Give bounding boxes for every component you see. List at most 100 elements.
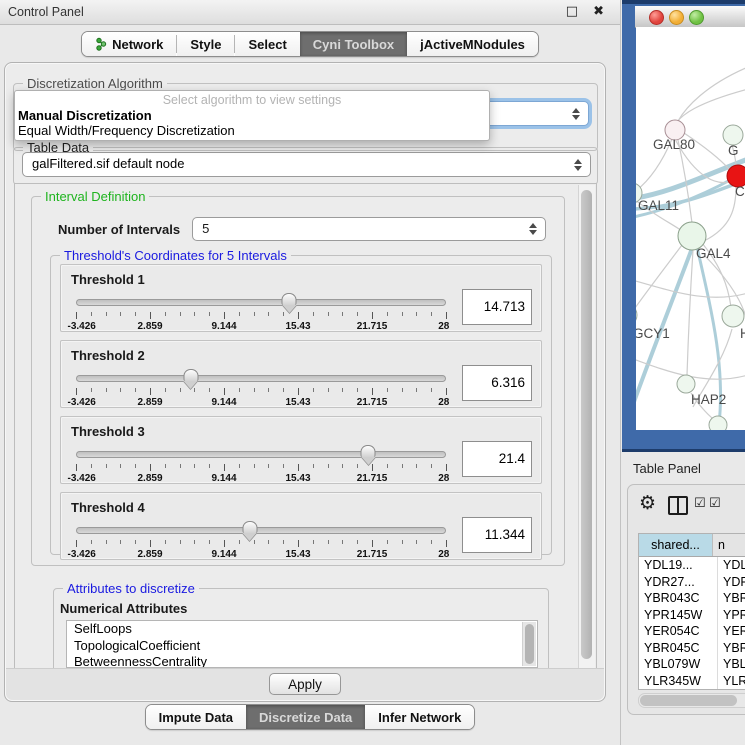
scrollbar-thumb[interactable] bbox=[525, 624, 534, 664]
table-cell[interactable]: YLR3 bbox=[718, 673, 745, 690]
table-row[interactable]: YBL079WYBL0 bbox=[639, 656, 745, 673]
table-row[interactable]: YER054CYER0 bbox=[639, 623, 745, 640]
checkbox-icon[interactable]: ☑ bbox=[709, 496, 721, 511]
slider-track[interactable] bbox=[76, 375, 446, 382]
settings-scroll-panel: Interval Definition Number of Intervals … bbox=[14, 183, 597, 671]
tab-style[interactable]: Style bbox=[177, 32, 234, 56]
table-row[interactable]: YBR045CYBR0 bbox=[639, 640, 745, 657]
table-cell[interactable]: YBL079W bbox=[639, 656, 718, 673]
scrollbar-thumb[interactable] bbox=[581, 190, 592, 659]
table-cell[interactable]: YBL0 bbox=[718, 656, 745, 673]
table-cell[interactable]: YBR0 bbox=[718, 640, 745, 657]
bottom-tab-infer-network[interactable]: Infer Network bbox=[365, 705, 474, 729]
tick-label: 21.715 bbox=[357, 321, 388, 332]
table-row[interactable]: YIL052CYIL0 bbox=[639, 689, 745, 690]
threshold-value-field[interactable]: 11.344 bbox=[462, 517, 532, 553]
tick-label: -3.426 bbox=[67, 397, 95, 408]
tab-cyni-toolbox[interactable]: Cyni Toolbox bbox=[300, 32, 407, 56]
tick-label: 2.859 bbox=[137, 397, 162, 408]
table-row[interactable]: YBR043CYBR0 bbox=[639, 590, 745, 607]
close-traffic-light-icon[interactable] bbox=[649, 10, 664, 25]
main-vertical-scrollbar[interactable] bbox=[578, 185, 595, 669]
checkbox-icon[interactable]: ☑ bbox=[694, 496, 706, 511]
tick-label: 21.715 bbox=[357, 397, 388, 408]
table-cell[interactable]: YER0 bbox=[718, 623, 745, 640]
slider-thumb[interactable] bbox=[242, 521, 257, 540]
attribute-list-item[interactable]: TopologicalCoefficient bbox=[67, 638, 537, 655]
tab-label: Select bbox=[248, 37, 286, 52]
interval-definition-title: Interval Definition bbox=[41, 189, 149, 204]
bottom-tab-impute-data[interactable]: Impute Data bbox=[146, 705, 246, 729]
threshold-slider[interactable]: -3.4262.8599.14415.4321.71528 bbox=[76, 444, 446, 486]
numerical-attributes-list[interactable]: SelfLoopsTopologicalCoefficientBetweenne… bbox=[66, 620, 538, 668]
cyni-toolbox-panel: Discretization Algorithm Table Data galF… bbox=[4, 62, 606, 702]
network-node-label: G bbox=[728, 143, 739, 158]
table-cell[interactable]: YIL052C bbox=[639, 689, 718, 690]
slider-thumb[interactable] bbox=[282, 293, 297, 312]
table-cell[interactable]: YPR145W bbox=[639, 607, 718, 624]
slider-track[interactable] bbox=[76, 299, 446, 306]
minimize-traffic-light-icon[interactable] bbox=[669, 10, 684, 25]
table-cell[interactable]: YBR0 bbox=[718, 590, 745, 607]
threshold-value-field[interactable]: 21.4 bbox=[462, 441, 532, 477]
maximize-traffic-light-icon[interactable] bbox=[689, 10, 704, 25]
slider-thumb[interactable] bbox=[183, 369, 198, 388]
apply-button[interactable]: Apply bbox=[269, 673, 341, 695]
network-canvas[interactable]: GAL80GCGAL11GAL4GCY1HHAP2 bbox=[636, 27, 745, 430]
threshold-value-field[interactable]: 6.316 bbox=[462, 365, 532, 401]
attributes-list-scrollbar[interactable] bbox=[522, 622, 536, 666]
table-row[interactable]: YDL19...YDL1 bbox=[639, 557, 745, 574]
tab-network[interactable]: Network bbox=[82, 32, 176, 56]
threshold-panel: Threshold 4 -3.4262.8599.14415.4321.7152… bbox=[60, 492, 542, 560]
table-cell[interactable]: YBR045C bbox=[639, 640, 718, 657]
table-cell[interactable]: YDR27... bbox=[639, 574, 718, 591]
slider-thumb[interactable] bbox=[361, 445, 376, 464]
table-row[interactable]: YPR145WYPR1 bbox=[639, 607, 745, 624]
split-view-icon[interactable] bbox=[668, 496, 688, 515]
close-window-icon[interactable]: ✖ bbox=[593, 0, 604, 24]
table-data-combobox[interactable]: galFiltered.sif default node bbox=[22, 152, 591, 177]
threshold-slider[interactable]: -3.4262.8599.14415.4321.71528 bbox=[76, 520, 446, 562]
column-header-shared-name[interactable]: shared... bbox=[639, 534, 713, 556]
threshold-slider[interactable]: -3.4262.8599.14415.4321.71528 bbox=[76, 368, 446, 410]
table-row[interactable]: YLR345WYLR3 bbox=[639, 673, 745, 690]
threshold-value-field[interactable]: 14.713 bbox=[462, 289, 532, 325]
scrollbar-thumb[interactable] bbox=[640, 695, 737, 706]
table-cell[interactable]: YDL1 bbox=[718, 557, 745, 574]
thresholds-group: Threshold's Coordinates for 5 Intervals … bbox=[50, 255, 552, 555]
table-horizontal-scrollbar[interactable] bbox=[638, 693, 745, 708]
tab-select[interactable]: Select bbox=[235, 32, 299, 56]
float-window-icon[interactable]: □ bbox=[566, 0, 578, 24]
tab-jactivemnodules[interactable]: jActiveMNodules bbox=[407, 32, 538, 56]
dropdown-option-manual[interactable]: Manual Discretization bbox=[15, 108, 489, 123]
slider-track[interactable] bbox=[76, 451, 446, 458]
node-attribute-table[interactable]: shared... n YDL19...YDL1YDR27...YDR2YBR0… bbox=[638, 533, 745, 690]
table-cell[interactable]: YDL19... bbox=[639, 557, 718, 574]
table-row[interactable]: YDR27...YDR2 bbox=[639, 574, 745, 591]
tick-label: 9.144 bbox=[211, 473, 236, 484]
table-cell[interactable]: YLR345W bbox=[639, 673, 718, 690]
tick-label: 2.859 bbox=[137, 473, 162, 484]
attribute-list-item[interactable]: BetweennessCentrality bbox=[67, 654, 537, 668]
network-node-h[interactable] bbox=[722, 305, 744, 327]
number-of-intervals-spinner[interactable]: 5 bbox=[192, 217, 546, 241]
table-cell[interactable]: YIL0 bbox=[718, 689, 745, 690]
tick-label: 2.859 bbox=[137, 321, 162, 332]
network-node[interactable] bbox=[709, 416, 727, 430]
network-node-hap2[interactable] bbox=[677, 375, 695, 393]
slider-track[interactable] bbox=[76, 527, 446, 534]
table-cell[interactable]: YPR1 bbox=[718, 607, 745, 624]
table-cell[interactable]: YDR2 bbox=[718, 574, 745, 591]
table-cell[interactable]: YBR043C bbox=[639, 590, 718, 607]
attribute-list-item[interactable]: SelfLoops bbox=[67, 621, 537, 638]
bottom-tab-discretize-data[interactable]: Discretize Data bbox=[246, 705, 365, 729]
column-header-name[interactable]: n bbox=[713, 534, 745, 556]
dropdown-option-equal-width[interactable]: Equal Width/Frequency Discretization bbox=[15, 123, 489, 138]
thresholds-group-title: Threshold's Coordinates for 5 Intervals bbox=[60, 248, 291, 263]
network-window-titlebar[interactable] bbox=[635, 6, 745, 28]
network-node-g[interactable] bbox=[723, 125, 743, 145]
threshold-slider[interactable]: -3.4262.8599.14415.4321.71528 bbox=[76, 292, 446, 334]
gear-icon[interactable]: ⚙ bbox=[639, 492, 656, 514]
tick-label: 21.715 bbox=[357, 473, 388, 484]
table-cell[interactable]: YER054C bbox=[639, 623, 718, 640]
